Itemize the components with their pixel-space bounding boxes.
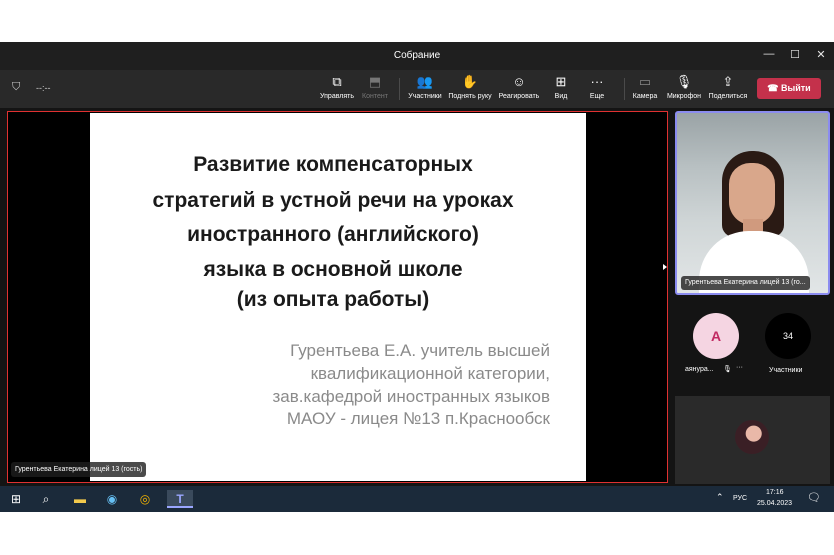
- meeting-toolbar: ⛉ --:-- ⧉ Управлять ⬒ Контент 👥 Участник…: [0, 70, 834, 108]
- teams-icon[interactable]: T: [167, 490, 193, 508]
- start-windows-icon[interactable]: ⊞: [5, 490, 27, 508]
- microphone-button[interactable]: 🎙 Микрофон: [659, 74, 709, 100]
- slide-author-line: МАОУ - лицея №13 п.Краснообск: [286, 409, 550, 428]
- share-icon: ⇪: [722, 74, 734, 89]
- chevron-up-icon[interactable]: ⌃: [716, 492, 724, 503]
- minimize-button[interactable]: —: [760, 48, 778, 60]
- slide-title-line: иностранного (английского): [187, 223, 479, 246]
- slide-author-line: зав.кафедрой иностранных языков: [272, 387, 550, 406]
- mic-off-icon: 🎙: [675, 74, 693, 89]
- notification-icon[interactable]: 🗨: [807, 491, 821, 504]
- more-icon: ···: [590, 74, 604, 89]
- desktop-screen: Собрание — ☐ ✕ ⛉ --:-- ⧉ Управлять ⬒ Кон…: [0, 0, 834, 555]
- participant-photo: [735, 420, 769, 454]
- raise-hand-icon: ✋: [461, 74, 479, 89]
- participants-count-label: Участники: [769, 367, 803, 374]
- participant-video-tile[interactable]: [675, 396, 830, 484]
- window-titlebar: Собрание — ☐ ✕: [0, 42, 834, 70]
- steam-icon[interactable]: ◉: [101, 490, 123, 508]
- windows-taskbar: ⊞ ⌕ ▬ ◉ ◎ T ⌃ РУС 17:16 25.04.2023 🗨: [0, 486, 834, 512]
- slide-author-line: квалификационной категории,: [310, 364, 550, 383]
- participant-name: аянура...: [685, 366, 714, 373]
- participants-icon: 👥: [416, 74, 434, 89]
- presenter-camera-tile[interactable]: Гурентьева Екатерина лицей 13 (го...: [675, 111, 830, 295]
- shield-icon: ⛉: [12, 81, 21, 93]
- camera-name-label: Гурентьева Екатерина лицей 13 (го...: [681, 276, 810, 290]
- participant-more-button[interactable]: ···: [736, 364, 743, 371]
- chrome-icon[interactable]: ◎: [134, 490, 156, 508]
- participant-avatar[interactable]: A: [693, 313, 739, 359]
- presentation-slide: Развитие компенсаторных стратегий в устн…: [90, 113, 586, 481]
- clock-time[interactable]: 17:16: [766, 489, 784, 496]
- share-button[interactable]: ⇪ Поделиться: [703, 74, 753, 100]
- raise-hand-button[interactable]: ✋ Поднять руку: [445, 74, 495, 100]
- mic-off-icon: 🎙: [723, 366, 732, 373]
- search-icon[interactable]: ⌕: [35, 490, 57, 508]
- maximize-button[interactable]: ☐: [786, 48, 804, 61]
- content-icon: ⬒: [368, 74, 382, 89]
- leave-button[interactable]: ☎ Выйти: [757, 78, 821, 99]
- slide-title-line: языка в основной школе: [203, 258, 463, 281]
- file-explorer-icon[interactable]: ▬: [69, 490, 91, 508]
- slide-title-line: стратегий в устной речи на уроках: [152, 189, 514, 212]
- meeting-timer: --:--: [36, 83, 51, 93]
- phone-hangup-icon: ☎: [767, 83, 779, 93]
- shared-screen-tile[interactable]: Развитие компенсаторных стратегий в устн…: [7, 111, 668, 483]
- more-button[interactable]: ··· Еще: [572, 74, 622, 100]
- participants-count-avatar[interactable]: 34: [765, 313, 811, 359]
- slide-title-line: Развитие компенсаторных: [193, 153, 473, 176]
- content-button[interactable]: ⬒ Контент: [350, 74, 400, 100]
- participants-button[interactable]: 👥 Участники: [400, 74, 450, 100]
- window-title: Собрание: [393, 50, 441, 61]
- slide-author-line: Гурентьева Е.А. учитель высшей: [290, 341, 550, 360]
- mouse-cursor-icon: [663, 264, 667, 270]
- close-button[interactable]: ✕: [812, 48, 830, 61]
- input-language-indicator[interactable]: РУС: [733, 495, 747, 502]
- presenter-name-label: Гурентьева Екатерина лицей 13 (гость): [11, 462, 147, 477]
- slide-title-line: (из опыта работы): [236, 288, 430, 311]
- video-face: [729, 163, 775, 225]
- clock-date[interactable]: 25.04.2023: [757, 500, 792, 507]
